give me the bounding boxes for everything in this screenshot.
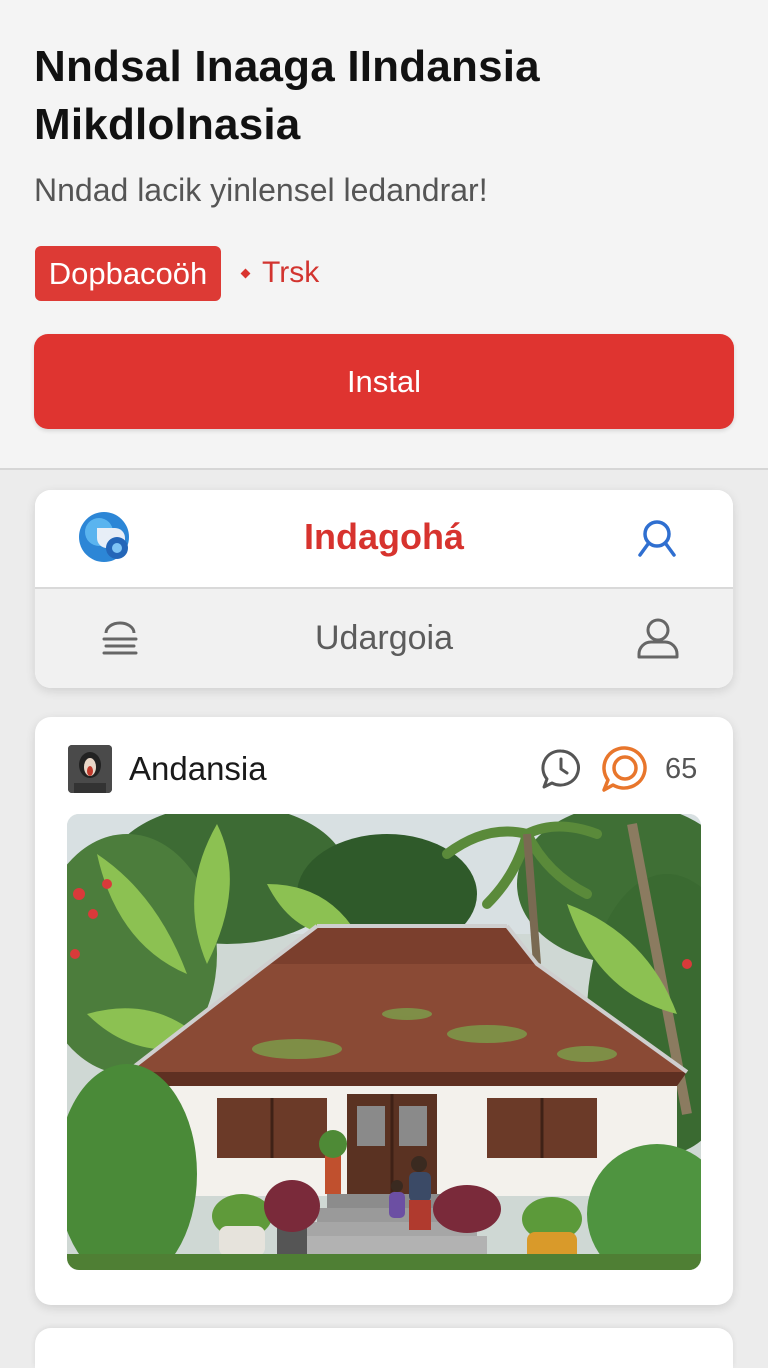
reaction-icon[interactable] bbox=[601, 745, 649, 793]
nav-header-row: Indagohá bbox=[35, 490, 733, 589]
app-title: Nndsal Inaaga IIndansia Mikdlolnasia bbox=[34, 42, 540, 149]
nav-subtitle: Udargoia bbox=[315, 619, 453, 657]
reaction-count: 65 bbox=[665, 753, 698, 785]
brand-name[interactable]: Indagohá bbox=[35, 516, 733, 558]
profile-icon[interactable] bbox=[635, 615, 681, 661]
app-navigation-card: Indagohá Udargoia bbox=[35, 490, 733, 688]
separator-dot bbox=[240, 268, 251, 279]
post-card[interactable]: Andansia 65 bbox=[35, 717, 733, 1305]
post-photo[interactable] bbox=[67, 814, 701, 1270]
app-install-header: Nndsal Inaaga IIndansia Mikdlolnasia Nnd… bbox=[0, 0, 768, 470]
badge-meta-link[interactable]: Trsk bbox=[262, 256, 319, 290]
category-badge[interactable]: Dopbacoöh bbox=[35, 246, 221, 301]
comment-icon[interactable] bbox=[539, 747, 583, 791]
install-button[interactable]: Instal bbox=[34, 334, 734, 429]
next-post-card[interactable] bbox=[35, 1328, 733, 1368]
search-icon[interactable] bbox=[635, 516, 681, 562]
avatar[interactable] bbox=[68, 745, 112, 793]
nav-sub-row: Udargoia bbox=[35, 589, 733, 688]
post-author[interactable]: Andansia bbox=[129, 750, 267, 788]
app-subtitle: Nndad lacik yinlensel ledandrar! bbox=[34, 172, 488, 208]
